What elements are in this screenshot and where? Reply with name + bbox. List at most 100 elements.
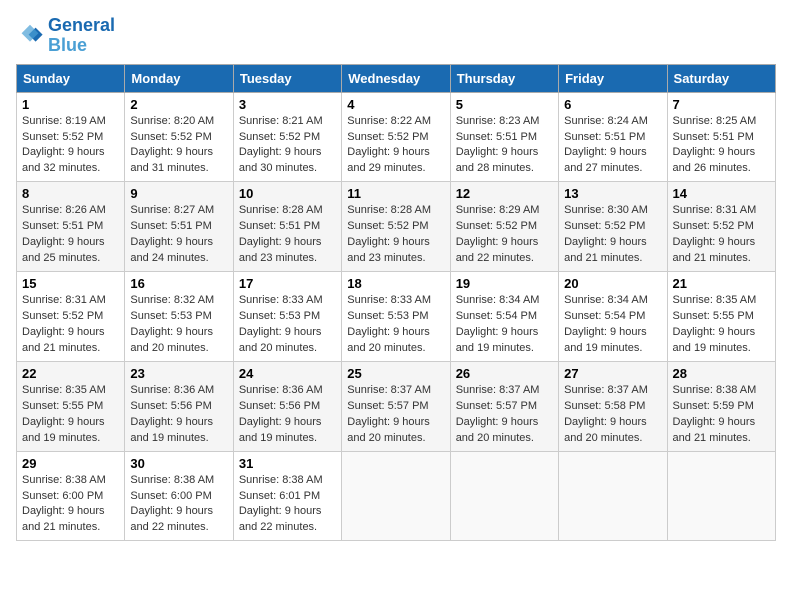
- calendar-cell: 13 Sunrise: 8:30 AM Sunset: 5:52 PM Dayli…: [559, 182, 667, 272]
- day-number: 2: [130, 97, 227, 112]
- day-info: Sunrise: 8:38 AM Sunset: 6:01 PM Dayligh…: [239, 473, 336, 537]
- calendar-cell: 16 Sunrise: 8:32 AM Sunset: 5:53 PM Dayli…: [125, 272, 233, 362]
- calendar-cell: 6Sunrise: 8:24 AM Sunset: 5:51 PM Daylig…: [559, 92, 667, 182]
- day-info: Sunrise: 8:33 AM Sunset: 5:53 PM Dayligh…: [239, 293, 336, 357]
- day-info: Sunrise: 8:21 AM Sunset: 5:52 PM Dayligh…: [239, 114, 336, 178]
- calendar-cell: 4 Sunrise: 8:22 AM Sunset: 5:52 PM Daylig…: [342, 92, 450, 182]
- day-number: 23: [130, 366, 227, 381]
- day-number: 26: [456, 366, 553, 381]
- day-info: Sunrise: 8:28 AM Sunset: 5:51 PM Dayligh…: [239, 203, 336, 267]
- calendar-cell: 5 Sunrise: 8:23 AM Sunset: 5:51 PM Daylig…: [450, 92, 558, 182]
- day-info: Sunrise: 8:34 AM Sunset: 5:54 PM Dayligh…: [456, 293, 553, 357]
- calendar-cell: [559, 451, 667, 541]
- calendar-cell: [667, 451, 775, 541]
- calendar-cell: 12 Sunrise: 8:29 AM Sunset: 5:52 PM Dayli…: [450, 182, 558, 272]
- day-info: Sunrise: 8:26 AM Sunset: 5:51 PM Dayligh…: [22, 203, 119, 267]
- logo-text: General Blue: [48, 16, 115, 56]
- day-info: Sunrise: 8:19 AM Sunset: 5:52 PM Dayligh…: [22, 114, 119, 178]
- day-header-monday: Monday: [125, 64, 233, 92]
- calendar-table: SundayMondayTuesdayWednesdayThursdayFrid…: [16, 64, 776, 542]
- calendar-cell: 26 Sunrise: 8:37 AM Sunset: 5:57 PM Dayli…: [450, 361, 558, 451]
- day-number: 28: [673, 366, 770, 381]
- day-number: 25: [347, 366, 444, 381]
- calendar-cell: 31 Sunrise: 8:38 AM Sunset: 6:01 PM Dayli…: [233, 451, 341, 541]
- calendar-cell: 9Sunrise: 8:27 AM Sunset: 5:51 PM Daylig…: [125, 182, 233, 272]
- day-info: Sunrise: 8:36 AM Sunset: 5:56 PM Dayligh…: [239, 383, 336, 447]
- day-info: Sunrise: 8:35 AM Sunset: 5:55 PM Dayligh…: [673, 293, 770, 357]
- day-number: 9: [130, 186, 227, 201]
- day-info: Sunrise: 8:30 AM Sunset: 5:52 PM Dayligh…: [564, 203, 661, 267]
- calendar-cell: [450, 451, 558, 541]
- day-number: 4: [347, 97, 444, 112]
- calendar-cell: 27 Sunrise: 8:37 AM Sunset: 5:58 PM Dayli…: [559, 361, 667, 451]
- day-header-saturday: Saturday: [667, 64, 775, 92]
- day-number: 10: [239, 186, 336, 201]
- day-info: Sunrise: 8:33 AM Sunset: 5:53 PM Dayligh…: [347, 293, 444, 357]
- day-info: Sunrise: 8:22 AM Sunset: 5:52 PM Dayligh…: [347, 114, 444, 178]
- day-number: 1: [22, 97, 119, 112]
- calendar-cell: 28 Sunrise: 8:38 AM Sunset: 5:59 PM Dayli…: [667, 361, 775, 451]
- day-number: 31: [239, 456, 336, 471]
- calendar-cell: 10 Sunrise: 8:28 AM Sunset: 5:51 PM Dayli…: [233, 182, 341, 272]
- day-number: 5: [456, 97, 553, 112]
- calendar-cell: 1 Sunrise: 8:19 AM Sunset: 5:52 PM Daylig…: [17, 92, 125, 182]
- calendar-cell: 3Sunrise: 8:21 AM Sunset: 5:52 PM Daylig…: [233, 92, 341, 182]
- day-number: 18: [347, 276, 444, 291]
- day-number: 29: [22, 456, 119, 471]
- day-info: Sunrise: 8:24 AM Sunset: 5:51 PM Dayligh…: [564, 114, 661, 178]
- day-info: Sunrise: 8:36 AM Sunset: 5:56 PM Dayligh…: [130, 383, 227, 447]
- day-info: Sunrise: 8:29 AM Sunset: 5:52 PM Dayligh…: [456, 203, 553, 267]
- day-info: Sunrise: 8:37 AM Sunset: 5:57 PM Dayligh…: [347, 383, 444, 447]
- logo-icon: [16, 22, 44, 50]
- day-header-sunday: Sunday: [17, 64, 125, 92]
- day-number: 24: [239, 366, 336, 381]
- page-header: General Blue: [16, 16, 776, 56]
- day-info: Sunrise: 8:23 AM Sunset: 5:51 PM Dayligh…: [456, 114, 553, 178]
- day-info: Sunrise: 8:37 AM Sunset: 5:58 PM Dayligh…: [564, 383, 661, 447]
- calendar-cell: 23 Sunrise: 8:36 AM Sunset: 5:56 PM Dayli…: [125, 361, 233, 451]
- day-info: Sunrise: 8:31 AM Sunset: 5:52 PM Dayligh…: [673, 203, 770, 267]
- calendar-cell: 24 Sunrise: 8:36 AM Sunset: 5:56 PM Dayli…: [233, 361, 341, 451]
- day-info: Sunrise: 8:38 AM Sunset: 6:00 PM Dayligh…: [22, 473, 119, 537]
- logo: General Blue: [16, 16, 115, 56]
- day-number: 20: [564, 276, 661, 291]
- day-header-friday: Friday: [559, 64, 667, 92]
- day-number: 21: [673, 276, 770, 291]
- day-number: 11: [347, 186, 444, 201]
- calendar-cell: 11 Sunrise: 8:28 AM Sunset: 5:52 PM Dayli…: [342, 182, 450, 272]
- calendar-cell: 29 Sunrise: 8:38 AM Sunset: 6:00 PM Dayli…: [17, 451, 125, 541]
- day-number: 16: [130, 276, 227, 291]
- day-info: Sunrise: 8:37 AM Sunset: 5:57 PM Dayligh…: [456, 383, 553, 447]
- day-number: 12: [456, 186, 553, 201]
- day-number: 14: [673, 186, 770, 201]
- calendar-cell: 15 Sunrise: 8:31 AM Sunset: 5:52 PM Dayli…: [17, 272, 125, 362]
- day-number: 15: [22, 276, 119, 291]
- day-info: Sunrise: 8:34 AM Sunset: 5:54 PM Dayligh…: [564, 293, 661, 357]
- calendar-cell: 7Sunrise: 8:25 AM Sunset: 5:51 PM Daylig…: [667, 92, 775, 182]
- day-number: 30: [130, 456, 227, 471]
- calendar-cell: 20 Sunrise: 8:34 AM Sunset: 5:54 PM Dayli…: [559, 272, 667, 362]
- day-header-tuesday: Tuesday: [233, 64, 341, 92]
- day-info: Sunrise: 8:38 AM Sunset: 6:00 PM Dayligh…: [130, 473, 227, 537]
- day-info: Sunrise: 8:38 AM Sunset: 5:59 PM Dayligh…: [673, 383, 770, 447]
- calendar-cell: 17 Sunrise: 8:33 AM Sunset: 5:53 PM Dayli…: [233, 272, 341, 362]
- day-header-wednesday: Wednesday: [342, 64, 450, 92]
- day-number: 8: [22, 186, 119, 201]
- calendar-cell: 21 Sunrise: 8:35 AM Sunset: 5:55 PM Dayli…: [667, 272, 775, 362]
- day-info: Sunrise: 8:32 AM Sunset: 5:53 PM Dayligh…: [130, 293, 227, 357]
- calendar-cell: 8 Sunrise: 8:26 AM Sunset: 5:51 PM Daylig…: [17, 182, 125, 272]
- calendar-cell: 2Sunrise: 8:20 AM Sunset: 5:52 PM Daylig…: [125, 92, 233, 182]
- day-number: 19: [456, 276, 553, 291]
- day-number: 13: [564, 186, 661, 201]
- calendar-cell: 18 Sunrise: 8:33 AM Sunset: 5:53 PM Dayli…: [342, 272, 450, 362]
- day-info: Sunrise: 8:28 AM Sunset: 5:52 PM Dayligh…: [347, 203, 444, 267]
- day-number: 27: [564, 366, 661, 381]
- calendar-cell: [342, 451, 450, 541]
- calendar-cell: 22Sunrise: 8:35 AM Sunset: 5:55 PM Dayli…: [17, 361, 125, 451]
- calendar-cell: 19 Sunrise: 8:34 AM Sunset: 5:54 PM Dayli…: [450, 272, 558, 362]
- day-info: Sunrise: 8:35 AM Sunset: 5:55 PM Dayligh…: [22, 383, 119, 447]
- day-info: Sunrise: 8:31 AM Sunset: 5:52 PM Dayligh…: [22, 293, 119, 357]
- day-number: 7: [673, 97, 770, 112]
- calendar-cell: 30 Sunrise: 8:38 AM Sunset: 6:00 PM Dayli…: [125, 451, 233, 541]
- day-number: 17: [239, 276, 336, 291]
